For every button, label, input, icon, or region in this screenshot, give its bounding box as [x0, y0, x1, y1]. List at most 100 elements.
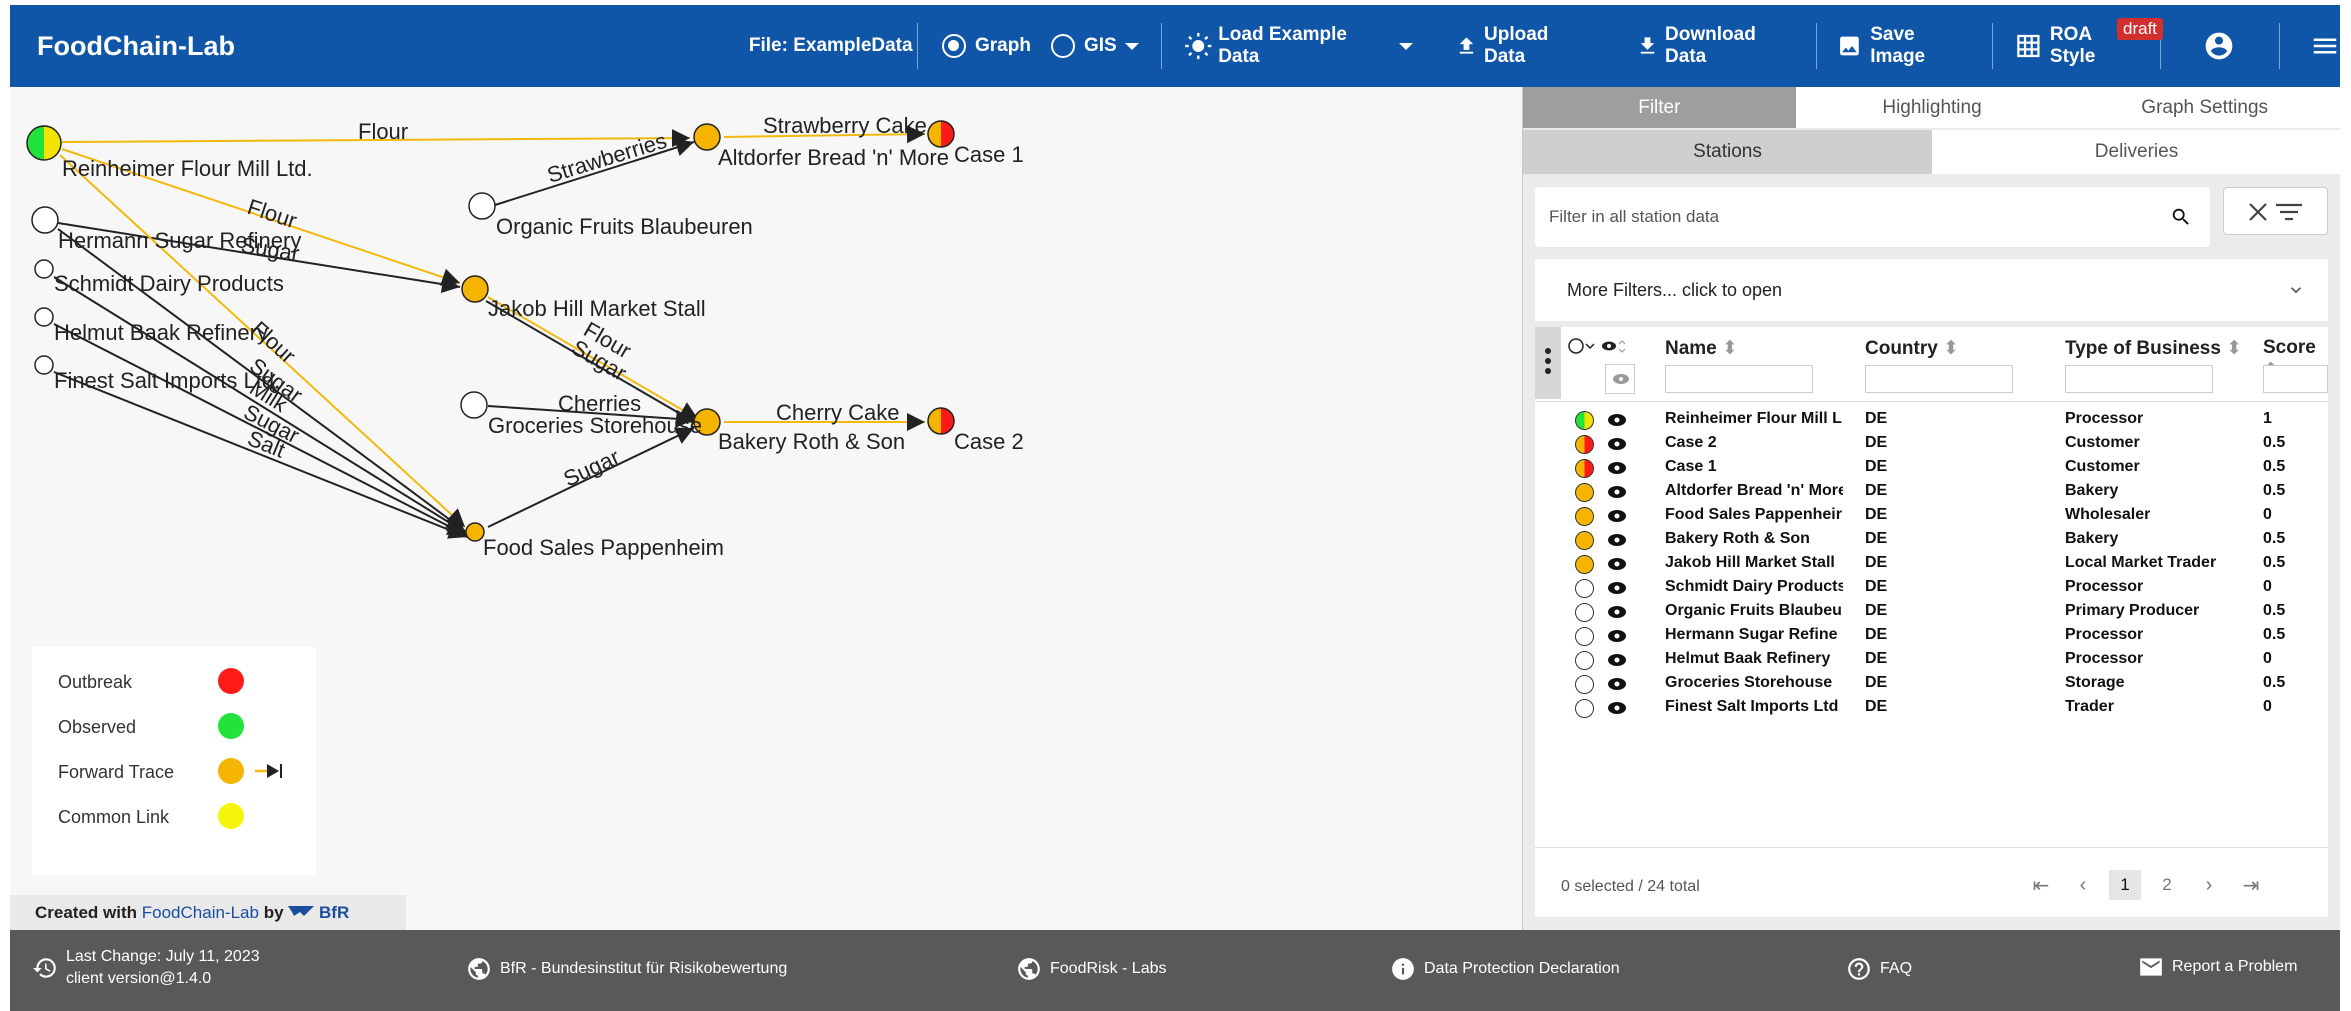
node-groceries[interactable] — [460, 391, 488, 419]
main-menu-button[interactable] — [2310, 5, 2340, 87]
load-example-data-button[interactable]: Load Example Data — [1184, 5, 1414, 87]
node-hermann[interactable] — [31, 206, 59, 234]
table-row[interactable]: Altdorfer Bread 'n' More DE Bakery 0.5 — [1535, 479, 2328, 503]
gis-view-radio[interactable]: GIS — [1050, 5, 1139, 87]
cell-country: DE — [1865, 578, 1888, 595]
eye-icon[interactable] — [1607, 605, 1627, 619]
table-row[interactable]: Organic Fruits Blaubeu DE Primary Producer… — [1535, 599, 2328, 623]
eye-icon[interactable] — [1607, 557, 1627, 571]
download-data-button[interactable]: Download Data — [1636, 5, 1796, 87]
table-row[interactable]: Case 2 DE Customer 0.5 — [1535, 431, 2328, 455]
clear-filter-button[interactable] — [2223, 187, 2328, 235]
graph-view-radio[interactable]: Graph — [942, 5, 1031, 87]
account-icon — [2205, 32, 2233, 60]
table-row[interactable]: Helmut Baak Refinery DE Processor 0 — [1535, 647, 2328, 671]
cell-country: DE — [1865, 506, 1888, 523]
cell-score: 0.5 — [2263, 674, 2286, 691]
globe-icon — [468, 958, 490, 980]
column-header-name[interactable]: Name ⬍ — [1665, 337, 1738, 360]
last-page-icon[interactable]: ⇥ — [2235, 870, 2267, 900]
app-title: FoodChain-Lab — [37, 30, 235, 61]
node-altdorfer[interactable] — [693, 123, 721, 151]
top-toolbar: FoodChain-Lab File: ExampleData Graph GI… — [10, 5, 2340, 87]
cell-score: 0.5 — [2263, 434, 2286, 451]
table-row[interactable]: Schmidt Dairy Products DE Processor 0 — [1535, 575, 2328, 599]
next-page-icon[interactable]: › — [2193, 870, 2225, 900]
forward-trace-arrow-icon — [255, 764, 282, 778]
tab-filter[interactable]: Filter — [1523, 87, 1796, 128]
table-row[interactable]: Bakery Roth & Son DE Bakery 0.5 — [1535, 527, 2328, 551]
data-protection-link[interactable]: Data Protection Declaration — [1390, 956, 1620, 982]
header-select-controls[interactable] — [1567, 337, 1627, 357]
created-with-app-link[interactable]: FoodChain-Lab — [142, 903, 259, 922]
cell-country: DE — [1865, 554, 1888, 571]
score-filter-input[interactable] — [2263, 365, 2328, 393]
node-schmidt[interactable] — [34, 259, 54, 279]
eye-icon[interactable] — [1607, 533, 1627, 547]
node-label: Helmut Baak Refinery — [54, 320, 268, 345]
tab-highlighting[interactable]: Highlighting — [1796, 87, 2069, 128]
country-filter-input[interactable] — [1865, 365, 2013, 393]
toolbar-divider — [1992, 23, 1994, 69]
eye-icon[interactable] — [1607, 437, 1627, 451]
eye-icon[interactable] — [1607, 701, 1627, 715]
cell-type: Trader — [2065, 698, 2114, 715]
table-row[interactable]: Food Sales Pappenheir DE Wholesaler 0 — [1535, 503, 2328, 527]
eye-icon[interactable] — [1607, 653, 1627, 667]
tab-graph-settings[interactable]: Graph Settings — [2068, 87, 2341, 128]
foodrisk-labs-link[interactable]: FoodRisk - Labs — [1016, 956, 1167, 982]
node-case2[interactable] — [927, 407, 955, 435]
type-filter-input[interactable] — [2065, 365, 2213, 393]
cell-type: Primary Producer — [2065, 602, 2200, 619]
column-menu-button[interactable] — [1535, 327, 1561, 399]
table-row[interactable]: Hermann Sugar Refine DE Processor 0.5 — [1535, 623, 2328, 647]
visibility-filter-button[interactable] — [1605, 364, 1635, 394]
bfr-link[interactable]: BfR - Bundesinstitut für Risikobewertung — [466, 956, 787, 982]
account-button[interactable] — [2203, 5, 2235, 87]
first-page-icon[interactable]: ⇤ — [2025, 870, 2057, 900]
page-1-button[interactable]: 1 — [2109, 870, 2141, 900]
faq-link[interactable]: FAQ — [1846, 956, 1912, 982]
graph-canvas[interactable]: Flour Strawberry Cake Strawberries Flour… — [10, 87, 1522, 930]
tab-deliveries[interactable]: Deliveries — [1932, 130, 2341, 174]
page-2-button[interactable]: 2 — [2151, 870, 2183, 900]
eye-icon[interactable] — [1607, 581, 1627, 595]
eye-icon[interactable] — [1607, 461, 1627, 475]
more-filters-expander[interactable]: More Filters... click to open — [1535, 259, 2328, 321]
last-change-info: Last Change: July 11, 2023 client versio… — [32, 946, 260, 990]
eye-icon[interactable] — [1607, 509, 1627, 523]
save-image-button[interactable]: Save Image — [1837, 5, 1970, 87]
node-label: Case 1 — [954, 142, 1024, 167]
name-filter-input[interactable] — [1665, 365, 1813, 393]
report-problem-link[interactable]: Report a Problem — [2138, 956, 2297, 978]
table-row[interactable]: Finest Salt Imports Ltd DE Trader 0 — [1535, 695, 2328, 719]
node-case1[interactable] — [927, 120, 955, 148]
table-row[interactable]: Groceries Storehouse DE Storage 0.5 — [1535, 671, 2328, 695]
node-organic[interactable] — [468, 192, 496, 220]
eye-icon[interactable] — [1607, 485, 1627, 499]
eye-icon[interactable] — [1607, 677, 1627, 691]
table-row[interactable]: Case 1 DE Customer 0.5 — [1535, 455, 2328, 479]
tab-stations[interactable]: Stations — [1523, 130, 1932, 174]
toolbar-divider — [1160, 23, 1162, 69]
node-finest[interactable] — [34, 355, 54, 375]
cell-country: DE — [1865, 410, 1888, 427]
menu-icon — [2313, 38, 2337, 54]
table-row[interactable]: Jakob Hill Market Stall DE Local Market Tr… — [1535, 551, 2328, 575]
cell-name: Finest Salt Imports Ltd — [1665, 698, 1839, 715]
eye-icon[interactable] — [1607, 413, 1627, 427]
node-helmut[interactable] — [34, 307, 54, 327]
column-header-type-of-business[interactable]: Type of Business ⬍ — [2065, 337, 2242, 360]
node-jakob[interactable] — [461, 275, 489, 303]
table-row[interactable]: Reinheimer Flour Mill L DE Processor 1 — [1535, 407, 2328, 431]
edge-label: Sugar — [560, 444, 624, 491]
node-foodsales[interactable] — [465, 522, 485, 542]
prev-page-icon[interactable]: ‹ — [2067, 870, 2099, 900]
eye-icon[interactable] — [1607, 629, 1627, 643]
node-reinheimer[interactable] — [26, 125, 62, 161]
node-label: Finest Salt Imports Ltd. — [54, 368, 280, 393]
column-header-country[interactable]: Country ⬍ — [1865, 337, 1959, 360]
upload-data-button[interactable]: Upload Data — [1455, 5, 1590, 87]
station-search-input[interactable]: Filter in all station data — [1535, 187, 2210, 247]
created-with-org[interactable]: BfR — [319, 903, 349, 922]
